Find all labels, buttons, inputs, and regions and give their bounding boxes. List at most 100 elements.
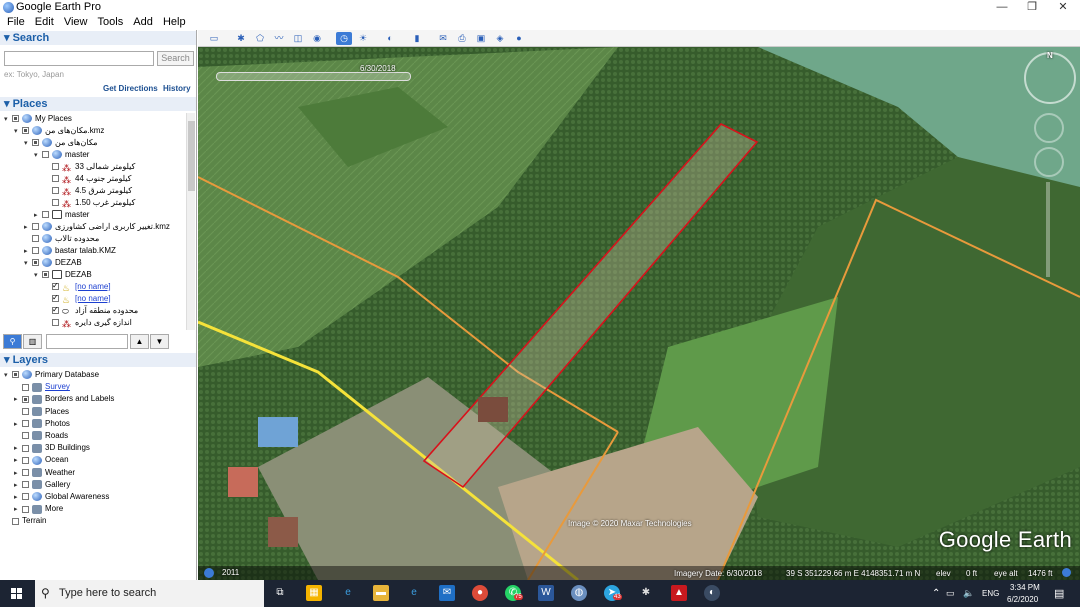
search-places-icon[interactable]: ⚲: [3, 334, 22, 349]
places-scroll-thumb[interactable]: [188, 121, 195, 191]
places-tree-item[interactable]: ▾ DEZAB: [34, 269, 92, 281]
email-icon[interactable]: ✉: [435, 32, 451, 45]
visibility-checkbox[interactable]: [12, 517, 19, 525]
places-tree-item[interactable]: ▸ bastar talab.KMZ: [24, 245, 116, 257]
layers-tree-item[interactable]: Roads: [14, 430, 68, 442]
expand-arrow-icon[interactable]: ▸: [14, 419, 22, 431]
record-tour-icon[interactable]: ◉: [309, 32, 325, 45]
places-tree-item[interactable]: ⁂ کیلومتر شرق 4.5: [44, 185, 132, 197]
visibility-checkbox[interactable]: [32, 259, 39, 267]
places-filter-input[interactable]: [46, 334, 128, 349]
move-joystick[interactable]: [1034, 147, 1064, 177]
historical-imagery-icon[interactable]: ◷: [336, 32, 352, 45]
restore-button[interactable]: ❐: [1017, 0, 1047, 15]
places-tree-item[interactable]: ⬭ محدوده منطقه آزاد: [44, 304, 138, 317]
globe-app-icon[interactable]: ◍: [571, 585, 587, 601]
collapse-arrow-icon[interactable]: ▾: [34, 150, 42, 162]
places-scrollbar[interactable]: [186, 113, 195, 330]
places-tree-item[interactable]: ▾ master: [34, 149, 89, 161]
layers-tree-item[interactable]: Survey: [14, 381, 70, 393]
earth-icon[interactable]: ●: [511, 32, 527, 45]
word-icon[interactable]: W: [538, 585, 554, 601]
visibility-checkbox[interactable]: [42, 151, 49, 159]
move-down-icon[interactable]: ▼: [150, 334, 169, 349]
expand-arrow-icon[interactable]: ▸: [14, 443, 22, 455]
expand-arrow-icon[interactable]: ▸: [14, 468, 22, 480]
collapse-arrow-icon[interactable]: ▾: [34, 270, 42, 282]
add-path-icon[interactable]: 〰: [271, 32, 287, 45]
menu-help[interactable]: Help: [163, 15, 186, 30]
add-polygon-icon[interactable]: ⬠: [252, 32, 268, 45]
move-up-icon[interactable]: ▲: [130, 334, 149, 349]
task-view-icon[interactable]: ⧉: [272, 585, 288, 601]
volume-icon[interactable]: 🔈: [963, 588, 974, 599]
visibility-checkbox[interactable]: [22, 383, 29, 391]
collapse-arrow-icon[interactable]: ▾: [4, 370, 12, 382]
file-explorer-icon[interactable]: ▬: [373, 585, 389, 601]
map-viewport[interactable]: 6/30/2018 N Image © 2020 Maxar Technolog…: [198, 47, 1080, 580]
visibility-checkbox[interactable]: [22, 127, 29, 135]
time-slider[interactable]: [216, 72, 411, 81]
mail-icon[interactable]: ✉: [439, 585, 455, 601]
visibility-checkbox[interactable]: [52, 199, 59, 207]
zoom-slider[interactable]: [1046, 182, 1050, 277]
visibility-checkbox[interactable]: [42, 211, 49, 219]
places-tree-item[interactable]: ♨ [no name]: [44, 280, 111, 293]
panel-toggle-icon[interactable]: ▥: [23, 334, 42, 349]
history-link[interactable]: History: [163, 84, 191, 93]
visibility-checkbox[interactable]: [22, 481, 29, 489]
menu-edit[interactable]: Edit: [35, 15, 54, 30]
sunlight-icon[interactable]: ☀: [355, 32, 371, 45]
ruler-icon[interactable]: ▮: [409, 32, 425, 45]
places-tree-item[interactable]: ⁂ کیلومتر شمالی 33: [44, 161, 135, 173]
layers-tree-item[interactable]: ▸ 3D Buildings: [14, 442, 90, 454]
planets-icon[interactable]: ◐: [382, 32, 398, 45]
places-tree-item[interactable]: ▸ تغییر کاربری اراضی کشاورزی.kmz: [24, 221, 170, 233]
visibility-checkbox[interactable]: [22, 420, 29, 428]
collapse-arrow-icon[interactable]: ▾: [24, 138, 32, 150]
visibility-checkbox[interactable]: [52, 292, 59, 304]
tray-chevron-icon[interactable]: ⌃: [932, 588, 940, 599]
menu-file[interactable]: File: [7, 15, 25, 30]
visibility-checkbox[interactable]: [52, 175, 59, 183]
collapse-arrow-icon[interactable]: ▾: [4, 114, 12, 126]
add-placemark-icon[interactable]: ✱: [233, 32, 249, 45]
layers-tree-item[interactable]: Places: [14, 406, 69, 418]
layers-tree-item[interactable]: ▸ Weather: [14, 467, 75, 479]
places-tree-item[interactable]: ▾ My Places: [4, 113, 72, 125]
places-tree-item[interactable]: ▾ مکان‌های من.kmz: [14, 125, 104, 137]
menu-add[interactable]: Add: [133, 15, 153, 30]
visibility-checkbox[interactable]: [12, 371, 19, 379]
close-button[interactable]: ✕: [1048, 0, 1078, 15]
search-input[interactable]: [4, 51, 154, 66]
visibility-checkbox[interactable]: [32, 235, 39, 243]
visibility-checkbox[interactable]: [22, 493, 29, 501]
visibility-checkbox[interactable]: [22, 456, 29, 464]
app-icon[interactable]: ✱: [638, 585, 654, 601]
expand-arrow-icon[interactable]: ▸: [14, 480, 22, 492]
menu-view[interactable]: View: [64, 15, 88, 30]
layers-tree-item[interactable]: ▸ Photos: [14, 418, 70, 430]
places-tree-item[interactable]: ▾ مکان‌های من: [24, 137, 98, 149]
collapse-arrow-icon[interactable]: ▾: [24, 258, 32, 270]
visibility-checkbox[interactable]: [12, 115, 19, 123]
places-tree-item[interactable]: ⁂ کیلومتر جنوب 44: [44, 173, 132, 185]
places-tree-item[interactable]: ⁂ اندازه گیری دایره: [44, 317, 132, 329]
visibility-checkbox[interactable]: [22, 407, 29, 415]
places-section-header[interactable]: ▾ Places: [0, 97, 196, 111]
clock-date[interactable]: 6/2/2020: [1007, 595, 1038, 604]
visibility-checkbox[interactable]: [42, 271, 49, 279]
visibility-checkbox[interactable]: [52, 187, 59, 195]
places-tree-item[interactable]: ▸ master: [34, 209, 89, 221]
edge-icon[interactable]: e: [340, 585, 356, 601]
sidebar-toggle-icon[interactable]: ▭: [206, 32, 222, 45]
visibility-checkbox[interactable]: [32, 223, 39, 231]
places-tree-item[interactable]: ⁂ کیلومتر غرب 1.50: [44, 197, 135, 209]
visibility-checkbox[interactable]: [22, 468, 29, 476]
visibility-checkbox[interactable]: [22, 395, 29, 403]
layers-tree-item[interactable]: Terrain: [4, 515, 46, 527]
search-button[interactable]: Search: [157, 51, 194, 66]
visibility-checkbox[interactable]: [52, 304, 59, 316]
taskbar-search-box[interactable]: ⚲ Type here to search: [35, 580, 264, 607]
visibility-checkbox[interactable]: [22, 432, 29, 440]
